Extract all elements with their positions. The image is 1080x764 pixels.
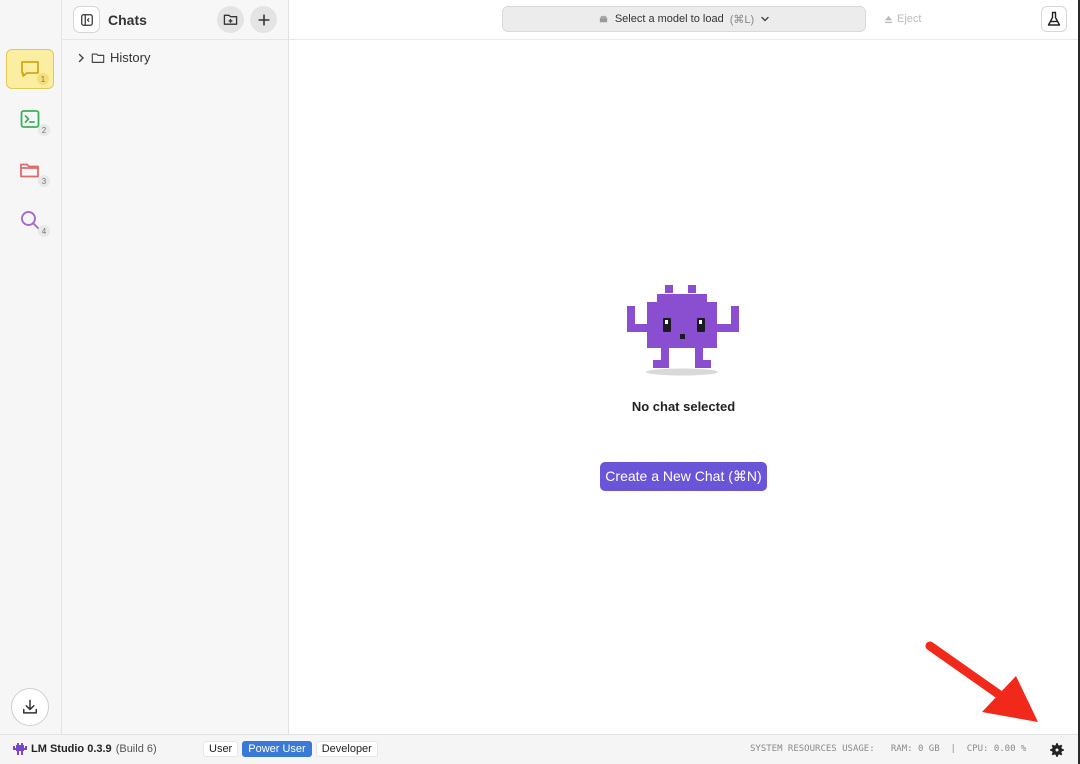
app-logo-icon — [13, 743, 27, 755]
rail-badge: 4 — [38, 225, 50, 237]
model-icon — [599, 15, 608, 22]
rail-badge: 3 — [38, 175, 50, 187]
create-new-chat-button[interactable]: Create a New Chat (⌘N) — [600, 462, 767, 491]
chats-header: Chats — [62, 0, 288, 40]
mascot-icon — [627, 285, 739, 376]
mode-developer[interactable]: Developer — [315, 741, 378, 757]
app-brand: LM Studio 0.3.9 (Build 6) — [13, 743, 157, 755]
rail-item-chat[interactable]: 1 — [6, 49, 54, 89]
empty-state-title: No chat selected — [631, 399, 736, 414]
app-window: 1 2 3 4 Chats History Select a model to … — [0, 0, 1080, 764]
rail-badge: 2 — [38, 124, 50, 136]
chevron-down-icon — [761, 16, 769, 22]
eject-button[interactable]: Eject — [884, 13, 921, 25]
app-name: LM Studio 0.3.9 — [31, 743, 112, 755]
eject-label: Eject — [897, 13, 922, 25]
flask-icon — [1047, 11, 1061, 26]
mode-user[interactable]: User — [203, 741, 239, 757]
experimental-button[interactable] — [1041, 6, 1067, 32]
status-bar: LM Studio 0.3.9 (Build 6) User Power Use… — [0, 734, 1078, 764]
chat-main-area: No chat selected Create a New Chat (⌘N) — [289, 40, 1078, 734]
app-build: (Build 6) — [115, 743, 157, 755]
history-label: History — [110, 50, 151, 65]
sidebar-toggle-icon — [80, 13, 93, 26]
rail-item-models[interactable]: 3 — [6, 150, 54, 190]
chats-title: Chats — [108, 11, 147, 28]
model-selector-label: Select a model to load — [614, 13, 724, 25]
top-bar: Select a model to load (⌘L) Eject — [289, 0, 1078, 40]
folder-icon — [91, 52, 105, 63]
mode-switcher: User Power User Developer — [203, 741, 378, 757]
rail-badge: 1 — [37, 73, 49, 85]
rail-item-developer[interactable]: 2 — [6, 99, 54, 139]
downloads-button[interactable] — [11, 688, 49, 726]
mode-power-user[interactable]: Power User — [242, 741, 312, 757]
toggle-sidebar-button[interactable] — [73, 6, 100, 33]
history-folder[interactable]: History — [62, 40, 288, 65]
system-resources-usage: SYSTEM RESOURCES USAGE: RAM: 0 GB | CPU:… — [750, 744, 1027, 754]
download-icon — [23, 699, 37, 714]
annotation-arrow-icon — [925, 641, 1038, 722]
new-folder-button[interactable] — [217, 6, 244, 33]
new-folder-icon — [223, 14, 238, 25]
new-chat-button[interactable] — [250, 6, 277, 33]
gear-icon[interactable] — [1048, 741, 1066, 759]
chats-sidebar: Chats History — [62, 0, 289, 734]
plus-icon — [257, 13, 270, 26]
model-selector-hint: (⌘L) — [729, 13, 755, 26]
navigation-rail: 1 2 3 4 — [0, 0, 62, 734]
rail-item-discover[interactable]: 4 — [6, 200, 54, 240]
model-selector[interactable]: Select a model to load (⌘L) — [502, 6, 866, 32]
chevron-right-icon — [78, 53, 84, 62]
eject-icon — [884, 15, 893, 23]
